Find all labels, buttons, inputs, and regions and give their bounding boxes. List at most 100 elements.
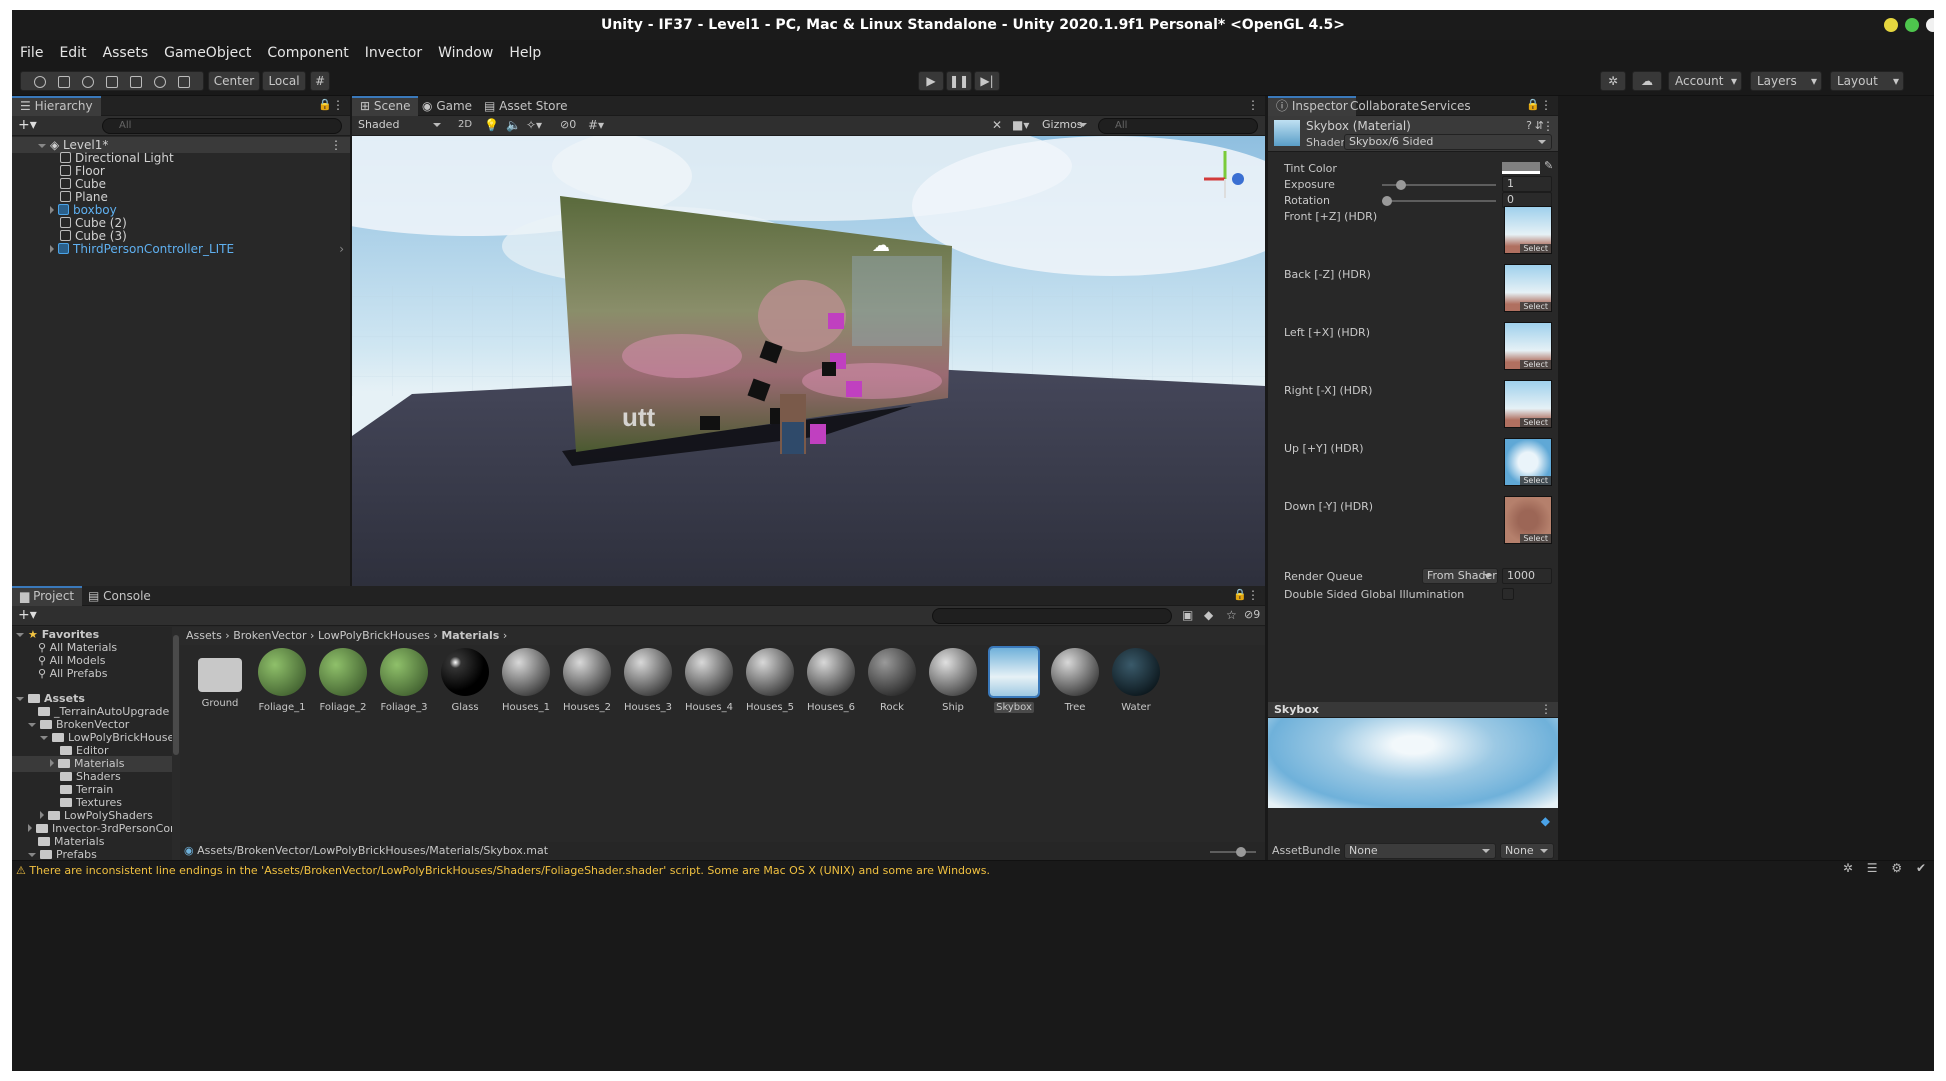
rotation-slider[interactable] <box>1382 196 1496 206</box>
render-queue-field[interactable]: 1000 <box>1502 568 1552 584</box>
transform-tool-icon[interactable] <box>154 75 166 88</box>
assetbundle-variant-dropdown[interactable]: None <box>1500 843 1554 859</box>
asset-item[interactable]: Houses_5 <box>742 648 798 713</box>
step-button[interactable]: ▶| <box>974 71 1000 91</box>
texture-select-button[interactable]: Select <box>1520 418 1551 427</box>
collab-button[interactable]: ✲ <box>1600 71 1626 91</box>
effects-toggle-icon[interactable]: ✧▾ <box>526 118 542 132</box>
texture-select-button[interactable]: Select <box>1520 302 1551 311</box>
shader-dropdown[interactable]: Skybox/6 Sided <box>1344 134 1552 150</box>
tab-scene[interactable]: ⊞ Scene <box>352 96 419 116</box>
lock-icon[interactable]: 🔒 <box>318 98 332 111</box>
asset-item[interactable]: Foliage_2 <box>315 648 371 713</box>
profiler-icon[interactable]: ⚙ <box>1891 861 1902 875</box>
texture-select-button[interactable]: Select <box>1520 534 1551 543</box>
texture-select-button[interactable]: Select <box>1520 360 1551 369</box>
tab-project[interactable]: ▆ Project <box>12 586 83 606</box>
texture-left-slot[interactable]: Select <box>1504 322 1552 370</box>
cloud-button[interactable]: ☁ <box>1632 71 1662 91</box>
texture-front-slot[interactable]: Select <box>1504 206 1552 254</box>
asset-item[interactable]: Foliage_3 <box>376 648 432 713</box>
create-plus-icon[interactable]: +▾ <box>18 607 37 623</box>
cache-icon[interactable]: ☰ <box>1867 861 1878 875</box>
gizmos-dropdown[interactable]: Gizmos <box>1038 118 1092 134</box>
exposure-slider[interactable] <box>1382 180 1496 190</box>
asset-item[interactable]: Glass <box>437 648 493 713</box>
asset-item[interactable]: Houses_2 <box>559 648 615 713</box>
assetbundle-dropdown[interactable]: None <box>1344 843 1496 859</box>
asset-item[interactable]: Foliage_1 <box>254 648 310 713</box>
exposure-field[interactable]: 1 <box>1502 176 1552 192</box>
scene-viewport[interactable]: utt ☁ <box>352 136 1265 602</box>
tab-asset-store[interactable]: ▤ Asset Store <box>476 96 576 116</box>
kebab-menu-icon[interactable]: ⋮ <box>1542 119 1554 133</box>
hierarchy-search-input[interactable]: All <box>102 118 342 134</box>
kebab-menu-icon[interactable]: ⋮ <box>1540 702 1552 716</box>
pivot-local-button[interactable]: Local <box>262 71 306 91</box>
texture-right-slot[interactable]: Select <box>1504 380 1552 428</box>
asset-item[interactable]: Water <box>1108 648 1164 713</box>
move-tool-icon[interactable] <box>58 75 70 88</box>
favorite-star-icon[interactable]: ☆ <box>1226 608 1237 622</box>
audio-toggle-icon[interactable]: 🔈 <box>506 118 521 132</box>
rotate-tool-icon[interactable] <box>82 75 94 88</box>
asset-item[interactable]: Houses_4 <box>681 648 737 713</box>
icon-size-slider-knob[interactable] <box>1236 847 1246 857</box>
rect-tool-icon[interactable] <box>130 75 142 88</box>
asset-item[interactable]: Ship <box>925 648 981 713</box>
double-sided-gi-checkbox[interactable] <box>1502 588 1514 600</box>
expand-arrow-icon[interactable] <box>28 853 36 857</box>
asset-item[interactable]: Houses_3 <box>620 648 676 713</box>
camera-icon[interactable]: ■▾ <box>1012 118 1029 132</box>
maximize-button[interactable] <box>1905 18 1919 32</box>
asset-item[interactable]: Rock <box>864 648 920 713</box>
menu-edit[interactable]: Edit <box>59 45 86 61</box>
expand-arrow-icon[interactable] <box>50 759 54 767</box>
tab-hierarchy[interactable]: ☰ Hierarchy <box>12 96 101 116</box>
favorite-item[interactable]: ⚲ All Prefabs <box>12 666 172 682</box>
expand-arrow-icon[interactable] <box>28 824 32 832</box>
console-warning-message[interactable]: There are inconsistent line endings in t… <box>29 864 990 877</box>
rotation-slider-knob[interactable] <box>1382 196 1392 206</box>
account-dropdown[interactable]: Account ▾ <box>1668 71 1742 91</box>
tint-color-swatch[interactable] <box>1502 162 1540 174</box>
breadcrumb-item[interactable]: BrokenVector <box>233 629 306 642</box>
tree-scrollbar[interactable] <box>172 627 180 860</box>
expand-arrow-icon[interactable] <box>50 245 54 253</box>
menu-assets[interactable]: Assets <box>103 45 149 61</box>
minimize-button[interactable] <box>1884 18 1898 32</box>
menu-component[interactable]: Component <box>267 45 348 61</box>
breadcrumb-item-current[interactable]: Materials <box>441 629 499 642</box>
expand-arrow-icon[interactable] <box>38 144 46 148</box>
breadcrumb-item[interactable]: LowPolyBrickHouses <box>318 629 430 642</box>
tools-icon[interactable]: ✕ <box>992 118 1002 132</box>
project-search-input[interactable] <box>932 608 1172 624</box>
expand-arrow-icon[interactable] <box>28 723 36 727</box>
shading-mode-dropdown[interactable]: Shaded <box>354 118 446 134</box>
lighting-toggle-icon[interactable]: 💡 <box>484 118 499 132</box>
exposure-slider-knob[interactable] <box>1395 180 1406 190</box>
menu-invector[interactable]: Invector <box>365 45 422 61</box>
icon-size-slider[interactable] <box>1210 847 1256 857</box>
grid-snap-button[interactable]: # <box>310 71 330 91</box>
tab-game[interactable]: ◉ Game <box>414 96 480 116</box>
custom-tool-icon[interactable] <box>178 75 190 88</box>
expand-arrow-icon[interactable] <box>50 206 54 214</box>
menu-help[interactable]: Help <box>509 45 541 61</box>
hidden-packages-icon[interactable]: ⊘9 <box>1244 608 1260 621</box>
scene-search-input[interactable]: All <box>1098 118 1258 134</box>
kebab-menu-icon[interactable]: ⋮ <box>1247 588 1259 602</box>
help-icon[interactable]: ? <box>1526 119 1532 132</box>
filter-label-icon[interactable]: ◆ <box>1204 608 1213 622</box>
lock-icon[interactable]: 🔒 <box>1233 588 1247 601</box>
chevron-right-icon[interactable]: › <box>339 241 344 257</box>
texture-down-slot[interactable]: Select <box>1504 496 1552 544</box>
expand-arrow-icon[interactable] <box>16 633 24 637</box>
hierarchy-item-prefab[interactable]: ThirdPersonController_LITE › <box>12 241 350 257</box>
grid-toggle-icon[interactable]: #▾ <box>588 118 604 132</box>
close-button[interactable] <box>1926 18 1934 32</box>
texture-up-slot[interactable]: Select <box>1504 438 1552 486</box>
pivot-center-button[interactable]: Center <box>208 71 260 91</box>
asset-item[interactable]: Tree <box>1047 648 1103 713</box>
check-icon[interactable]: ✔ <box>1916 861 1926 875</box>
